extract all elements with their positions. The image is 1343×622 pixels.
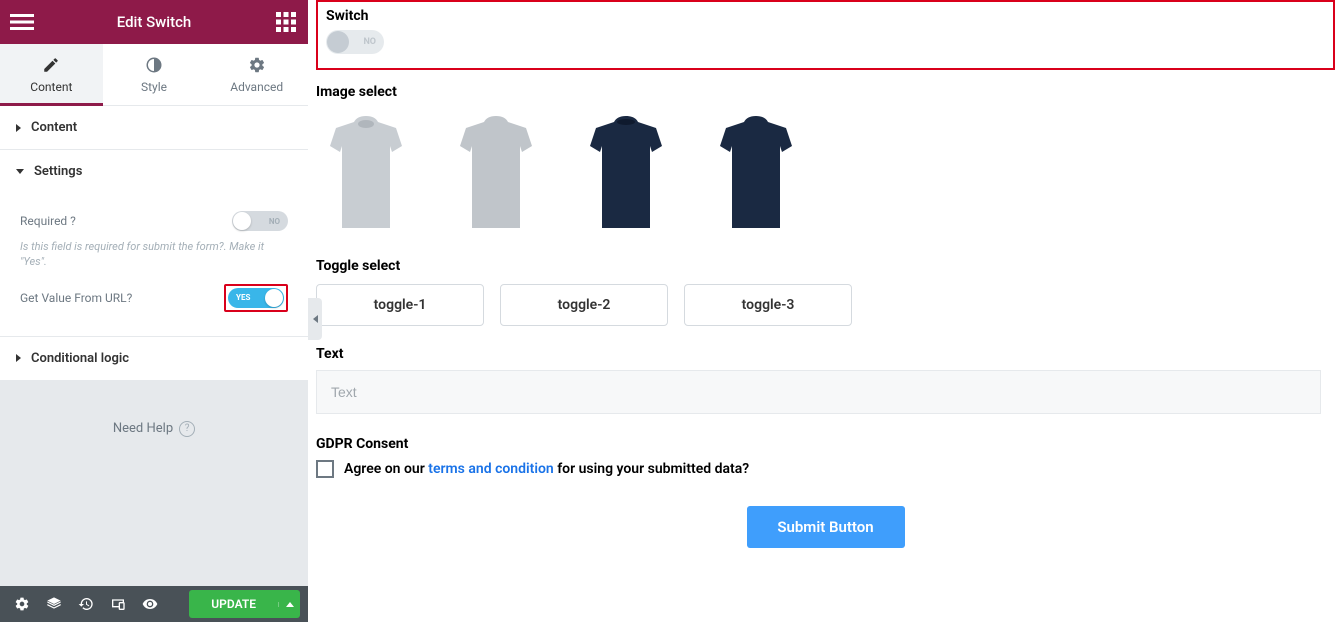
preview-icon[interactable] [136, 590, 164, 618]
sidebar-header: Edit Switch [0, 0, 308, 44]
accordion-conditional-label: Conditional logic [31, 351, 129, 366]
required-toggle-text: NO [269, 217, 280, 226]
text-input[interactable] [316, 370, 1321, 414]
accordion-conditional[interactable]: Conditional logic [0, 337, 308, 380]
update-button[interactable]: UPDATE [189, 590, 300, 618]
submit-button[interactable]: Submit Button [747, 506, 905, 548]
menu-icon[interactable] [10, 10, 34, 34]
accordion: Content Settings Required ? NO Is this f… [0, 106, 308, 381]
shirt-option-navy-back[interactable] [706, 108, 806, 238]
toggle-knob [265, 289, 283, 307]
gdpr-text-after: for using your submitted data? [554, 461, 749, 477]
text-label: Text [316, 346, 1335, 362]
gdpr-checkbox[interactable] [316, 460, 334, 478]
need-help[interactable]: Need Help ? [0, 381, 308, 477]
shirt-option-navy-front[interactable] [576, 108, 676, 238]
toggle-knob [233, 212, 251, 230]
tab-content[interactable]: Content [0, 44, 103, 105]
shirt-option-grey-back[interactable] [446, 108, 546, 238]
need-help-label: Need Help [113, 421, 173, 436]
help-icon: ? [179, 421, 195, 437]
url-toggle[interactable]: YES [228, 288, 284, 308]
gdpr-label: GDPR Consent [316, 436, 1335, 452]
layers-icon[interactable] [40, 590, 68, 618]
toggle-option-2[interactable]: toggle-2 [500, 284, 668, 326]
tabs: Content Style Advanced [0, 44, 308, 106]
tab-advanced[interactable]: Advanced [205, 44, 308, 105]
history-icon[interactable] [72, 590, 100, 618]
accordion-settings-label: Settings [34, 164, 82, 179]
panel-title: Edit Switch [34, 13, 274, 31]
collapse-sidebar-handle[interactable] [308, 298, 322, 340]
sidebar-panel: Edit Switch Content Style Advanced Conte… [0, 0, 308, 622]
switch-text: NO [363, 37, 376, 47]
gdpr-link[interactable]: terms and condition [428, 461, 553, 477]
url-label: Get Value From URL? [20, 291, 132, 305]
toggle-select-label: Toggle select [316, 258, 1335, 274]
switch-control[interactable]: NO [326, 30, 384, 54]
tab-style-label: Style [141, 80, 167, 94]
shirt-option-grey-front[interactable] [316, 108, 416, 238]
update-dropdown[interactable] [278, 602, 300, 607]
accordion-content[interactable]: Content [0, 106, 308, 149]
caret-right-icon [16, 354, 21, 362]
tab-content-label: Content [30, 80, 72, 94]
required-label: Required ? [20, 214, 76, 228]
toggle-option-1[interactable]: toggle-1 [316, 284, 484, 326]
apps-icon[interactable] [274, 10, 298, 34]
tab-advanced-label: Advanced [230, 80, 283, 94]
settings-body: Required ? NO Is this field is required … [0, 193, 308, 336]
switch-section-highlight: Switch NO [316, 0, 1335, 70]
accordion-content-label: Content [31, 120, 77, 135]
tab-style[interactable]: Style [103, 44, 206, 105]
gdpr-text-before: Agree on our [344, 461, 428, 477]
switch-knob [327, 31, 349, 53]
url-toggle-highlight: YES [224, 284, 288, 312]
responsive-icon[interactable] [104, 590, 132, 618]
toggle-select-section: Toggle select toggle-1 toggle-2 toggle-3 [316, 258, 1335, 326]
update-button-label: UPDATE [189, 597, 278, 611]
settings-icon[interactable] [8, 590, 36, 618]
switch-label: Switch [326, 8, 1325, 24]
gdpr-section: GDPR Consent Agree on our terms and cond… [316, 436, 1335, 478]
accordion-settings[interactable]: Settings [0, 150, 308, 193]
toggle-option-3[interactable]: toggle-3 [684, 284, 852, 326]
sidebar-footer: UPDATE [0, 586, 308, 622]
image-select-label: Image select [316, 84, 1335, 100]
text-section: Text [316, 346, 1335, 414]
caret-down-icon [16, 169, 24, 174]
image-select-section: Image select [316, 84, 1335, 238]
caret-right-icon [16, 124, 21, 132]
required-desc: Is this field is required for submit the… [20, 239, 288, 270]
url-toggle-text: YES [236, 293, 250, 302]
main-area: Switch NO Image select Toggle select tog… [308, 0, 1343, 622]
gdpr-text: Agree on our terms and condition for usi… [344, 461, 749, 477]
required-toggle[interactable]: NO [232, 211, 288, 231]
